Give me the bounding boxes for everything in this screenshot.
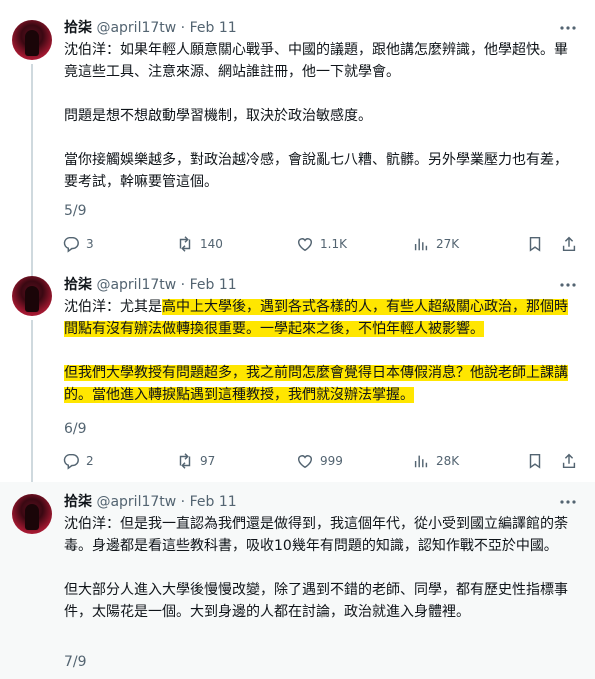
- thread-line: [31, 64, 33, 268]
- reply-button[interactable]: 3: [62, 234, 94, 254]
- share-icon: [562, 236, 576, 252]
- tweet-6[interactable]: 拾柒 @april17tw · Feb 11 沈伯洋：尤其是高中上大學後，遇到各…: [0, 268, 595, 482]
- reply-button[interactable]: 2: [62, 451, 94, 471]
- thread-counter: 5/9: [64, 203, 87, 219]
- thread-counter: 6/9: [64, 421, 87, 437]
- tweet-paragraph: 但我們大學教授有問題超多，我之前問怎麼會覺得日本傳假消息？他說老師上課講的。當他…: [64, 362, 579, 406]
- tweet-paragraph: 沈伯洋：尤其是高中上大學後，遇到各式各樣的人，有些人超級關心政治，那個時間點有沒…: [64, 296, 579, 340]
- repost-count: 140: [200, 237, 223, 251]
- views-button[interactable]: 28K: [412, 451, 459, 471]
- author-name[interactable]: 拾柒: [64, 494, 92, 510]
- repost-count: 97: [200, 454, 216, 468]
- text-segment: 沈伯洋：尤其是: [64, 299, 162, 315]
- repost-icon: [179, 453, 191, 469]
- text-segment: 沈伯洋：如果年輕人願意關心戰爭、中國的議題，跟他講怎麼辨識，他學超快。畢竟這些工…: [64, 42, 568, 80]
- author-handle[interactable]: @april17tw: [96, 494, 176, 510]
- tweet-date[interactable]: Feb 11: [190, 494, 237, 510]
- tweet-text: 沈伯洋：但是我一直認為我們還是做得到，我這個年代，從小受到國立編譯館的荼毒。身邊…: [64, 513, 579, 623]
- separator: ·: [176, 20, 190, 36]
- tweet-text: 沈伯洋：尤其是高中上大學後，遇到各式各樣的人，有些人超級關心政治，那個時間點有沒…: [64, 296, 579, 406]
- comment-icon: [63, 236, 79, 253]
- tweet-paragraph: 當你接觸娛樂越多，對政治越冷感，會說亂七八糟、骯髒。另外學業壓力也有差，要考試，…: [64, 149, 579, 193]
- thread-line: [31, 320, 33, 482]
- views-count: 28K: [436, 454, 460, 468]
- text-segment: 當你接觸娛樂越多，對政治越冷感，會說亂七八糟、骯髒。另外學業壓力也有差，要考試，…: [64, 152, 568, 190]
- repost-button[interactable]: 97: [176, 451, 215, 471]
- tweet-header: 拾柒 @april17tw · Feb 11: [64, 19, 237, 37]
- heart-icon: [297, 455, 313, 469]
- text-segment: 但大部分人進入大學後慢慢改變，除了遇到不錯的老師、同學，都有歷史性指標事件，太陽…: [64, 582, 568, 620]
- share-button[interactable]: [560, 451, 578, 471]
- separator: ·: [176, 277, 190, 293]
- highlighted-text: 但我們大學教授有問題超多，我之前問怎麼會覺得日本傳假消息？他說老師上課講的。當他…: [64, 365, 568, 403]
- more-icon[interactable]: [559, 276, 577, 294]
- tweet-text: 沈伯洋：如果年輕人願意關心戰爭、中國的議題，跟他講怎麼辨識，他學超快。畢竟這些工…: [64, 39, 579, 193]
- bookmark-button[interactable]: [526, 234, 544, 254]
- more-icon[interactable]: [559, 493, 577, 511]
- text-segment: 問題是想不想啟動學習機制，取決於政治敏感度。: [64, 108, 372, 124]
- repost-button[interactable]: 140: [176, 234, 223, 254]
- share-button[interactable]: [560, 234, 578, 254]
- tweet-paragraph: 問題是想不想啟動學習機制，取決於政治敏感度。: [64, 105, 579, 127]
- views-count: 27K: [436, 237, 460, 251]
- like-button[interactable]: 999: [296, 451, 343, 471]
- text-segment: 沈伯洋：但是我一直認為我們還是做得到，我這個年代，從小受到國立編譯館的荼毒。身邊…: [64, 516, 568, 554]
- thread-counter: 7/9: [64, 654, 87, 670]
- like-button[interactable]: 1.1K: [296, 234, 347, 254]
- tweet-7[interactable]: 拾柒 @april17tw · Feb 11 沈伯洋：但是我一直認為我們還是做得…: [0, 482, 595, 679]
- like-count: 1.1K: [320, 237, 347, 251]
- tweet-header: 拾柒 @april17tw · Feb 11: [64, 493, 237, 511]
- like-count: 999: [320, 454, 343, 468]
- avatar[interactable]: [12, 20, 52, 60]
- avatar[interactable]: [12, 494, 52, 534]
- tweet-paragraph: 沈伯洋：如果年輕人願意關心戰爭、中國的議題，跟他講怎麼辨識，他學超快。畢竟這些工…: [64, 39, 579, 83]
- action-bar: 2 97 999 28K: [62, 451, 582, 471]
- views-icon: [414, 238, 428, 251]
- tweet-date[interactable]: Feb 11: [190, 20, 237, 36]
- avatar[interactable]: [12, 276, 52, 316]
- action-bar: 3 140 1.1K 27K: [62, 234, 582, 254]
- tweet-paragraph: 但大部分人進入大學後慢慢改變，除了遇到不錯的老師、同學，都有歷史性指標事件，太陽…: [64, 579, 579, 623]
- tweet-5[interactable]: 拾柒 @april17tw · Feb 11 沈伯洋：如果年輕人願意關心戰爭、中…: [0, 0, 595, 268]
- tweet-date[interactable]: Feb 11: [190, 277, 237, 293]
- author-handle[interactable]: @april17tw: [96, 20, 176, 36]
- more-icon[interactable]: [559, 19, 577, 37]
- heart-icon: [297, 238, 313, 252]
- repost-icon: [179, 236, 191, 252]
- separator: ·: [176, 494, 190, 510]
- tweet-header: 拾柒 @april17tw · Feb 11: [64, 276, 237, 294]
- author-handle[interactable]: @april17tw: [96, 277, 176, 293]
- bookmark-button[interactable]: [526, 451, 544, 471]
- bookmark-icon: [529, 236, 541, 252]
- reply-count: 3: [86, 237, 94, 251]
- comment-icon: [63, 453, 79, 470]
- author-name[interactable]: 拾柒: [64, 20, 92, 36]
- share-icon: [562, 453, 576, 469]
- views-icon: [414, 455, 428, 468]
- tweet-paragraph: 沈伯洋：但是我一直認為我們還是做得到，我這個年代，從小受到國立編譯館的荼毒。身邊…: [64, 513, 579, 557]
- author-name[interactable]: 拾柒: [64, 277, 92, 293]
- views-button[interactable]: 27K: [412, 234, 459, 254]
- bookmark-icon: [529, 453, 541, 469]
- reply-count: 2: [86, 454, 94, 468]
